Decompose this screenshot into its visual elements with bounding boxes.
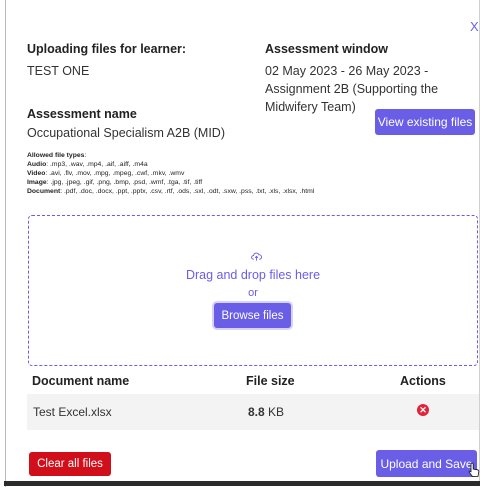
assessment-name-value: Occupational Specialism A2B (MID) [27,126,225,140]
allowed-types-title: Allowed file types: [27,152,87,159]
column-header-document-name: Document name [32,374,130,388]
assessment-name-label: Assessment name [27,107,137,121]
learner-label: Uploading files for learner: [27,42,187,56]
allowed-types-image: Image: .jpg, .jpeg, .gif, .png, .bmp, .p… [27,179,203,186]
column-header-file-size: File size [246,374,295,388]
browse-files-button[interactable]: Browse files [214,303,291,328]
clear-all-files-button[interactable]: Clear all files [29,452,111,476]
remove-icon[interactable]: ✕ [417,404,429,416]
view-existing-files-button[interactable]: View existing files [375,109,475,135]
allowed-file-types: Allowed file types: Audio: .mp3, .wav, .… [27,151,477,196]
upload-cloud-icon [251,251,262,265]
dropzone-instructions: Drag and drop files here [185,268,321,282]
upload-dialog: X Uploading files for learner: TEST ONE … [0,0,480,487]
allowed-types-video: Video: .avi, .flv, .mov, .mpg, .mpeg, .c… [27,170,185,177]
upload-and-save-button[interactable]: Upload and Save [376,450,477,477]
learner-name: TEST ONE [27,64,90,78]
dialog-bottom-edge [4,481,480,486]
document-name-cell: Test Excel.xlsx [33,405,112,419]
dropzone-or: or [248,287,258,299]
allowed-types-document: Document: .pdf, .doc, .docx, .ppt, .pptx… [27,188,315,195]
dialog-left-edge [5,0,6,487]
assessment-window-label: Assessment window [265,42,388,56]
column-header-actions: Actions [400,374,446,388]
pointer-cursor-icon [468,462,480,478]
file-size-cell: 8.8 KB [248,405,285,419]
assessment-window-value: 02 May 2023 - 26 May 2023 - Assignment 2… [265,64,439,114]
close-icon[interactable]: X [470,20,479,33]
allowed-types-audio: Audio: .mp3, .wav, .mp4, .aif, .aiff, .m… [27,161,148,168]
